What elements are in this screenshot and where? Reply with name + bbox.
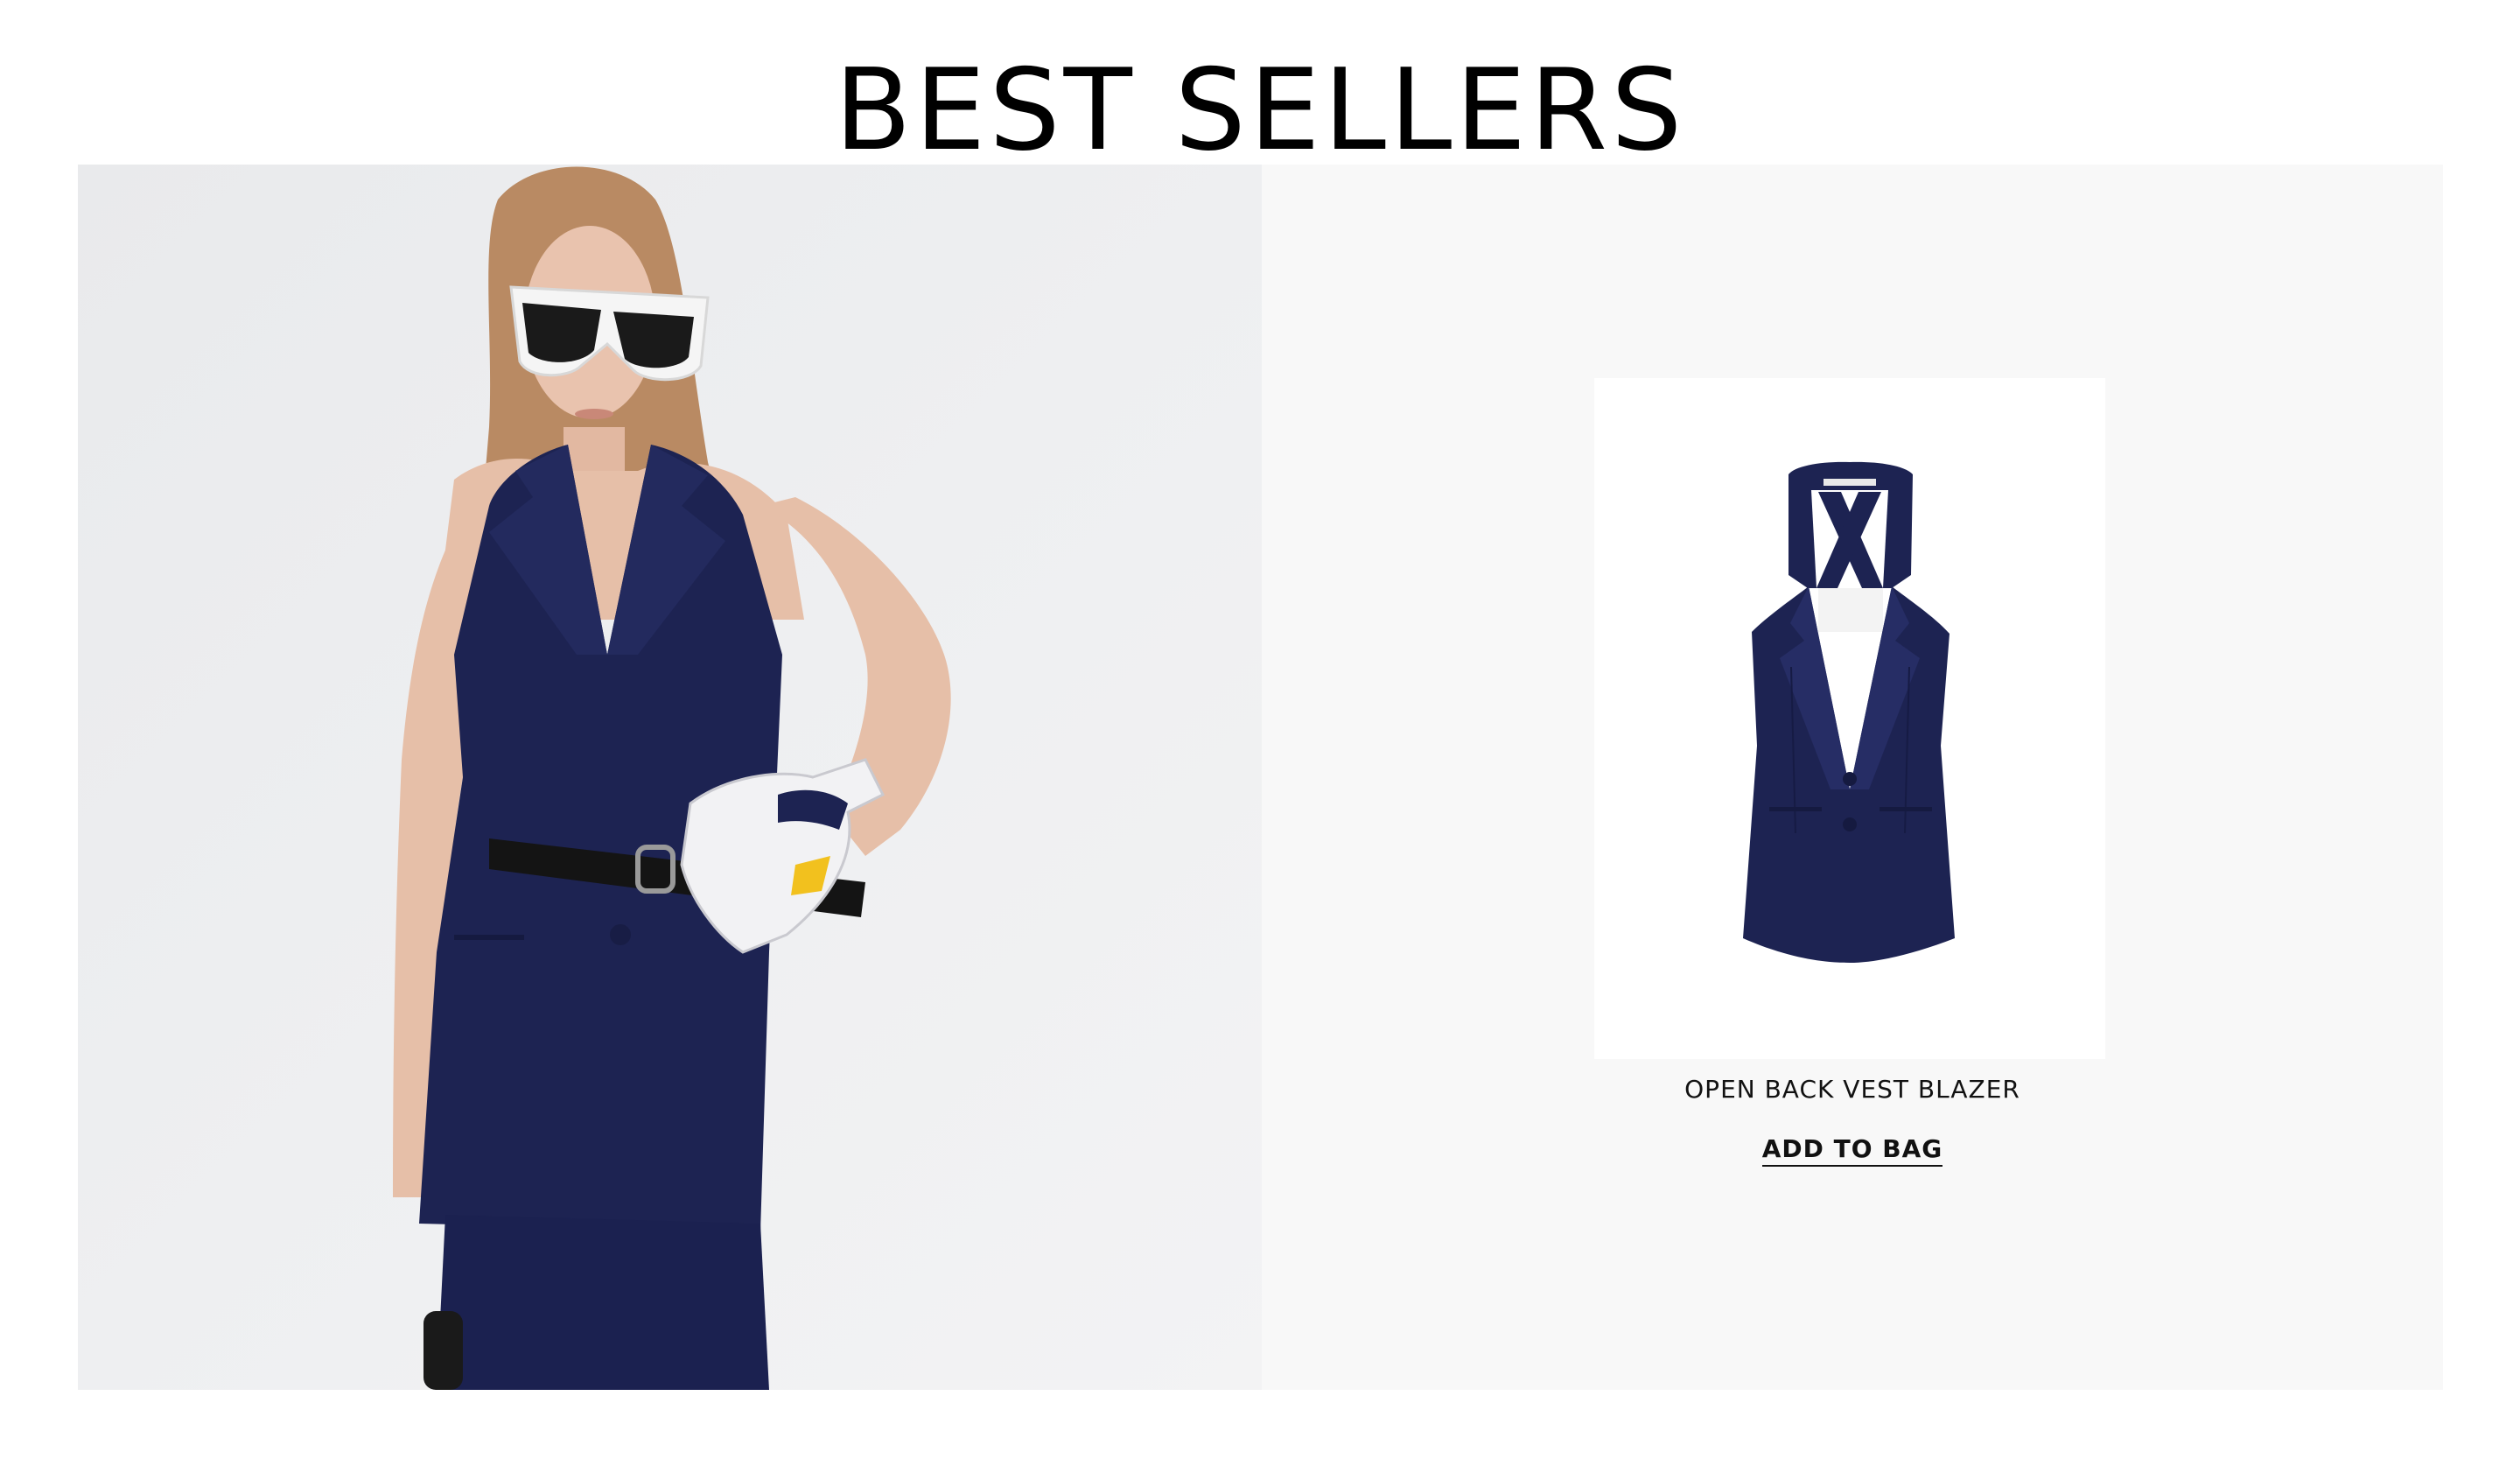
product-card: OPEN BACK VEST BLAZER ADD TO BAG bbox=[1262, 165, 2443, 1390]
vest-blazer-photo-icon bbox=[1743, 461, 1955, 963]
section-title: BEST SELLERS bbox=[834, 46, 1686, 176]
add-to-bag-button[interactable]: ADD TO BAG bbox=[1761, 1134, 1943, 1167]
lifestyle-image[interactable] bbox=[78, 165, 1262, 1390]
model-photo-icon bbox=[393, 166, 951, 1390]
add-to-bag-container: ADD TO BAG bbox=[1262, 1134, 2443, 1167]
product-name[interactable]: OPEN BACK VEST BLAZER bbox=[1262, 1075, 2443, 1104]
product-image[interactable] bbox=[1594, 378, 2105, 1059]
best-sellers-panels: OPEN BACK VEST BLAZER ADD TO BAG bbox=[78, 165, 2443, 1390]
best-sellers-page: BEST SELLERS OPEN BACK VEST BLAZER ADD T… bbox=[0, 0, 2520, 1473]
